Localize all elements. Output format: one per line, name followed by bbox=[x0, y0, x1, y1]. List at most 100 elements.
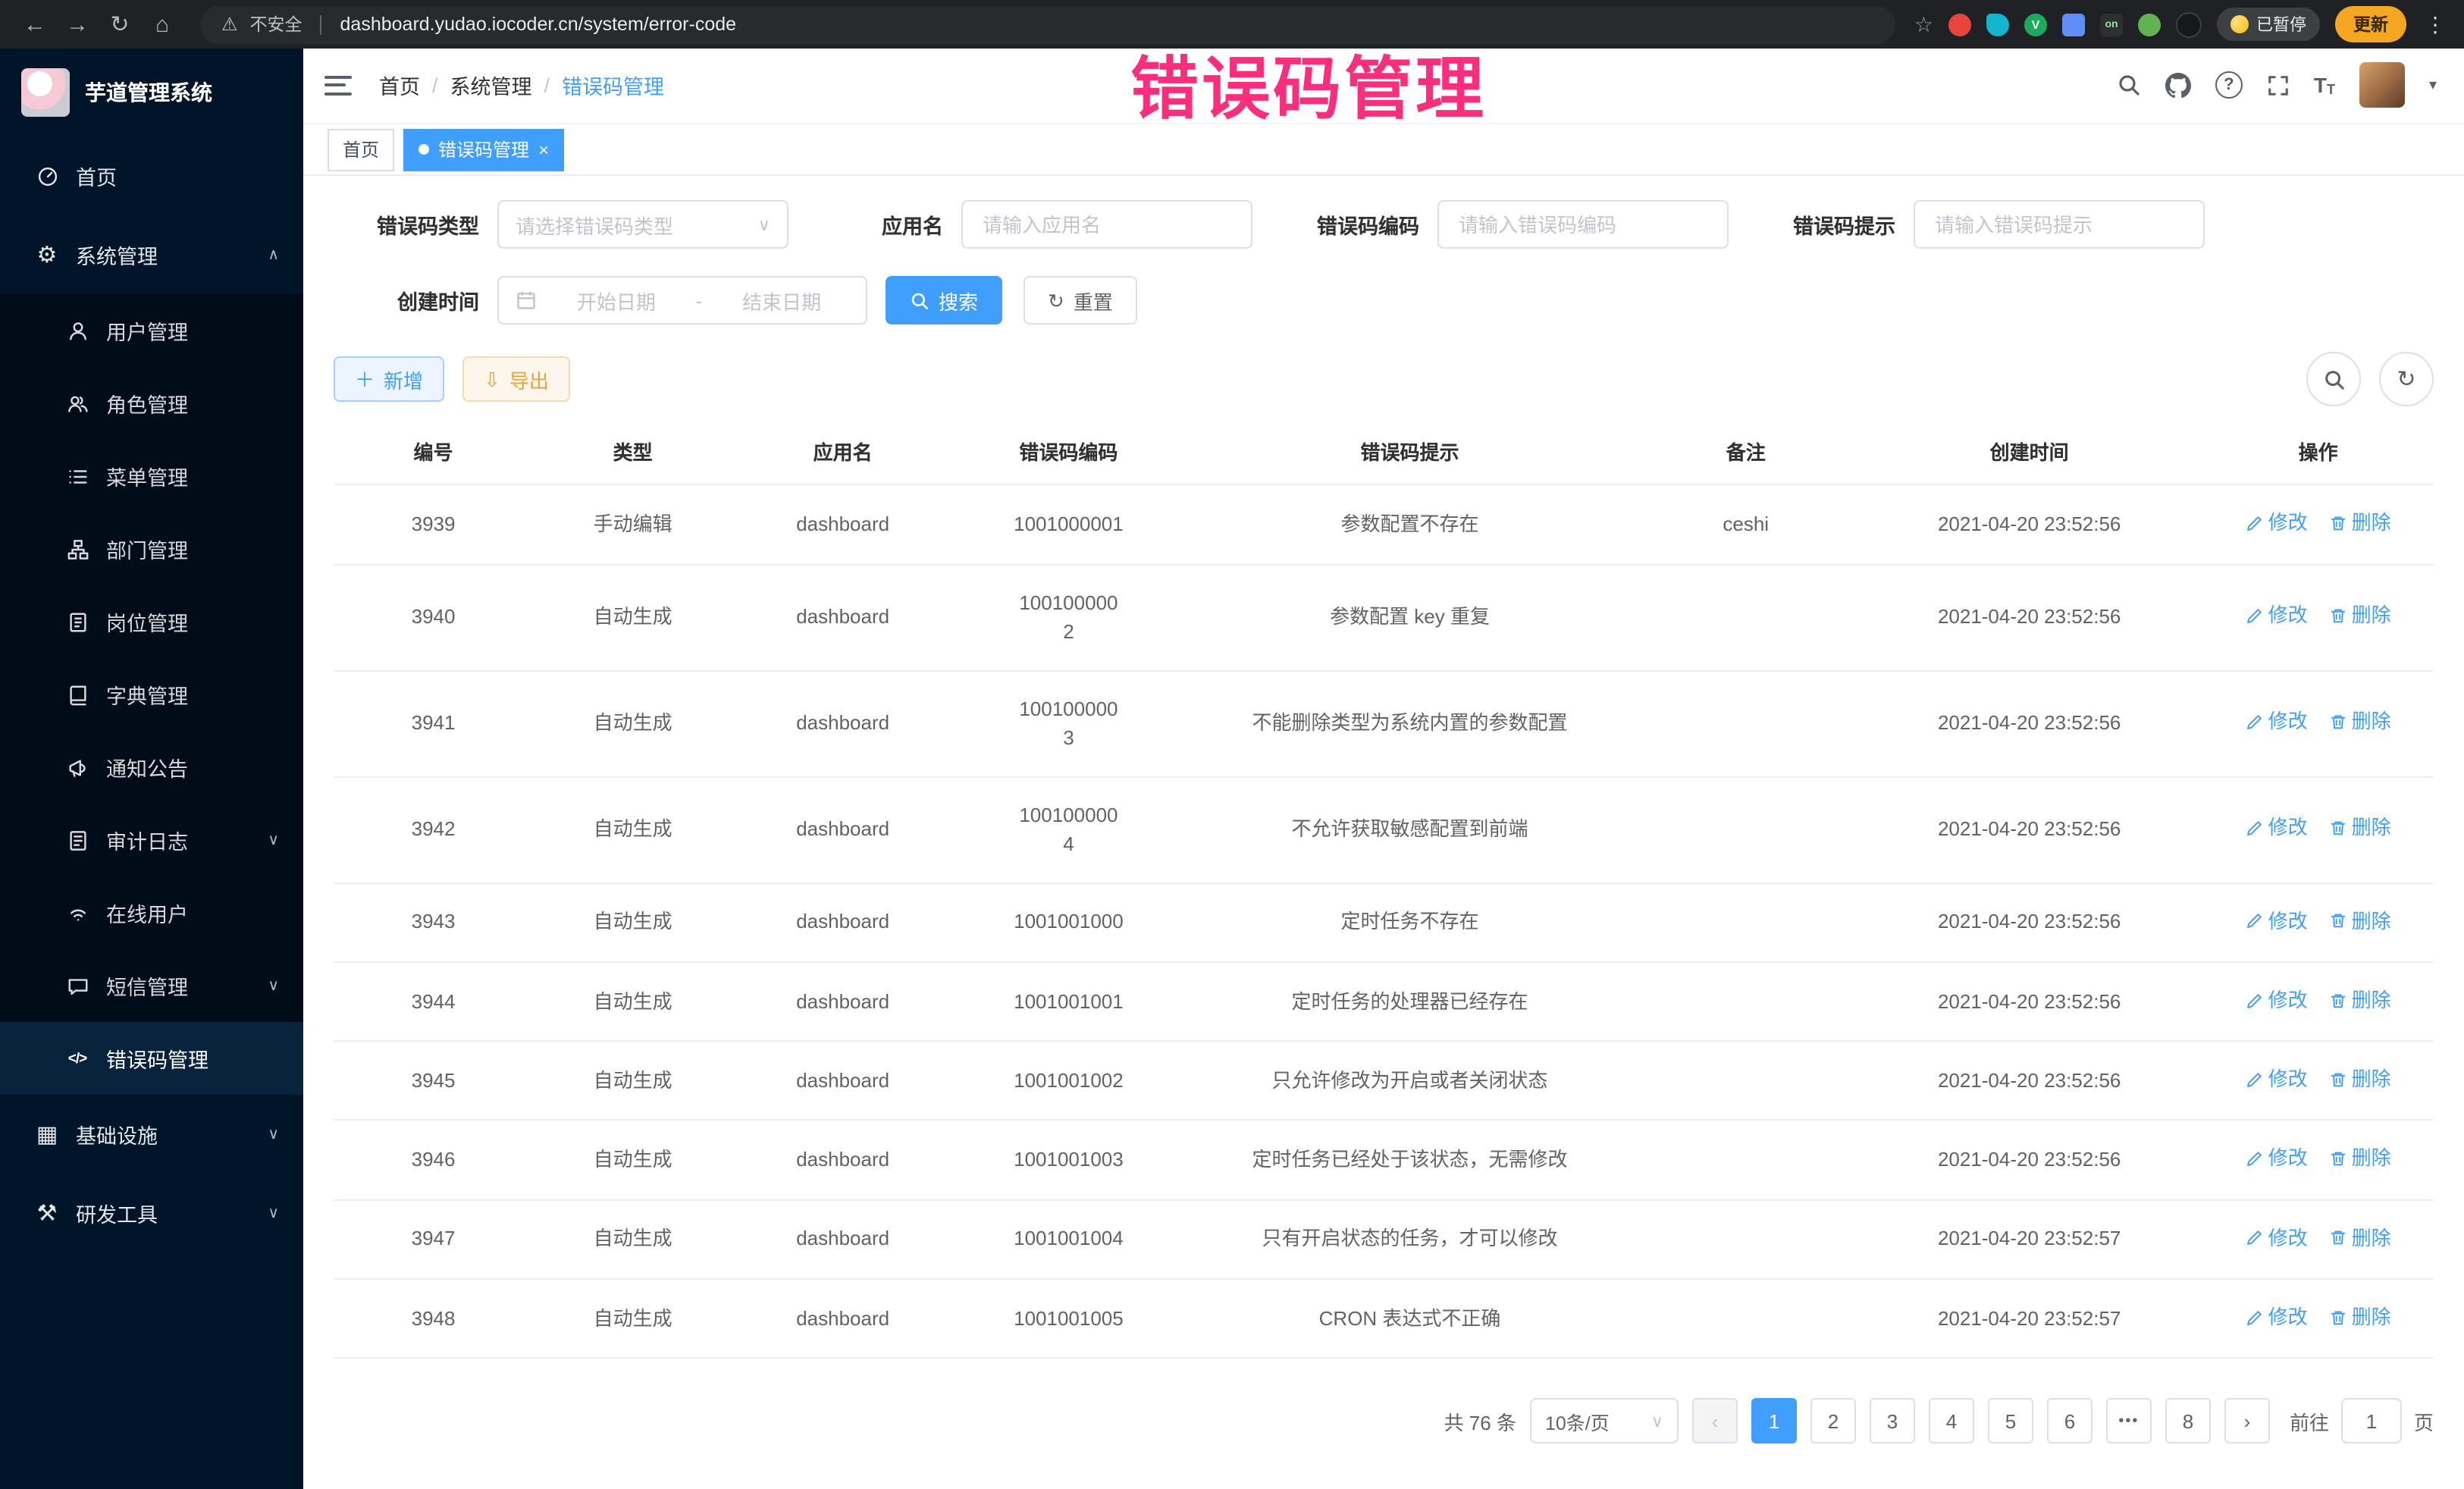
page-button-1[interactable]: 1 bbox=[1751, 1398, 1797, 1444]
sidebar-item-notice[interactable]: 通知公告 bbox=[0, 731, 303, 804]
chevron-up-icon: ∧ bbox=[268, 246, 279, 263]
sidebar-item-roles[interactable]: 角色管理 bbox=[0, 367, 303, 440]
sidebar-item-menus[interactable]: 菜单管理 bbox=[0, 440, 303, 513]
delete-link[interactable]: 删除 bbox=[2329, 1223, 2391, 1252]
page-button-3[interactable]: 3 bbox=[1870, 1398, 1915, 1444]
caret-down-icon[interactable]: ▾ bbox=[2429, 77, 2437, 94]
reload-icon[interactable]: ↻ bbox=[100, 5, 140, 44]
sidebar-item-departments[interactable]: 部门管理 bbox=[0, 513, 303, 585]
sidebar-item-posts[interactable]: 岗位管理 bbox=[0, 585, 303, 658]
page-button-8[interactable]: 8 bbox=[2165, 1398, 2211, 1444]
sidebar-item-audit-log[interactable]: 审计日志 ∨ bbox=[0, 804, 303, 876]
search-icon[interactable] bbox=[2117, 74, 2141, 98]
home-icon[interactable]: ⌂ bbox=[143, 5, 182, 44]
table-row: 3946 自动生成 dashboard 1001001003 定时任务已经处于该… bbox=[334, 1121, 2434, 1200]
tab-home[interactable]: 首页 bbox=[328, 128, 394, 171]
edit-link[interactable]: 修改 bbox=[2246, 1144, 2308, 1174]
next-page-button[interactable]: › bbox=[2224, 1398, 2270, 1444]
tools-icon: ⚒ bbox=[33, 1202, 61, 1224]
table-header-row: 编号 类型 应用名 错误码编码 错误码提示 备注 创建时间 操作 bbox=[334, 419, 2434, 485]
delete-link[interactable]: 删除 bbox=[2329, 906, 2391, 936]
delete-link[interactable]: 删除 bbox=[2329, 707, 2391, 737]
extension-blue-grid-icon[interactable] bbox=[2062, 13, 2085, 36]
more-pages-button[interactable]: ••• bbox=[2106, 1398, 2152, 1444]
browser-menu-icon[interactable]: ⋮ bbox=[2422, 11, 2449, 37]
error-type-select[interactable]: 请选择错误码类型 ∨ bbox=[497, 201, 788, 249]
reset-button[interactable]: ↻ 重置 bbox=[1024, 277, 1137, 325]
page-size-select[interactable]: 10条/页 ∨ bbox=[1530, 1398, 1679, 1444]
extension-black-pin-icon[interactable] bbox=[2176, 11, 2202, 37]
export-button[interactable]: ⇩ 导出 bbox=[462, 357, 570, 403]
back-icon[interactable]: ← bbox=[15, 5, 55, 44]
avatar[interactable] bbox=[2359, 63, 2405, 108]
error-code-input[interactable] bbox=[1456, 212, 1710, 238]
edit-link[interactable]: 修改 bbox=[2246, 813, 2308, 843]
font-size-icon[interactable] bbox=[2314, 74, 2335, 98]
warning-icon: ⚠ bbox=[221, 14, 238, 35]
prev-page-button[interactable]: ‹ bbox=[1692, 1398, 1738, 1444]
page-button-5[interactable]: 5 bbox=[1988, 1398, 2033, 1444]
sidebar-item-infrastructure[interactable]: ▦ 基础设施 ∨ bbox=[0, 1095, 303, 1174]
filter-label-type: 错误码类型 bbox=[334, 210, 497, 240]
sidebar-item-home[interactable]: 首页 bbox=[0, 136, 303, 215]
bookmark-star-icon[interactable]: ☆ bbox=[1914, 11, 1933, 37]
error-hint-input[interactable] bbox=[1932, 212, 2187, 238]
github-icon[interactable] bbox=[2165, 73, 2191, 99]
address-bar[interactable]: ⚠ 不安全 dashboard.yudao.iocoder.cn/system/… bbox=[200, 5, 1896, 43]
breadcrumb-system[interactable]: 系统管理 bbox=[450, 71, 532, 101]
sidebar-item-system[interactable]: ⚙ 系统管理 ∧ bbox=[0, 215, 303, 294]
edit-link[interactable]: 修改 bbox=[2246, 601, 2308, 631]
tab-error-code[interactable]: 错误码管理 × bbox=[403, 128, 564, 171]
paused-badge[interactable]: 已暂停 bbox=[2217, 8, 2320, 41]
trash-icon bbox=[2329, 1071, 2347, 1089]
forward-icon[interactable]: → bbox=[58, 5, 97, 44]
sidebar-item-sms[interactable]: 短信管理 ∨ bbox=[0, 949, 303, 1022]
edit-link[interactable]: 修改 bbox=[2246, 707, 2308, 737]
edit-link[interactable]: 修改 bbox=[2246, 1223, 2308, 1252]
edit-icon bbox=[2246, 1071, 2264, 1089]
sidebar-item-error-code[interactable]: 错误码管理 bbox=[0, 1022, 303, 1095]
search-button[interactable]: 搜索 bbox=[886, 277, 1002, 325]
sidebar-item-dictionary[interactable]: 字典管理 bbox=[0, 658, 303, 731]
sidebar-item-users[interactable]: 用户管理 bbox=[0, 294, 303, 367]
delete-link[interactable]: 删除 bbox=[2329, 1302, 2391, 1332]
close-icon[interactable]: × bbox=[538, 140, 549, 158]
breadcrumb-home[interactable]: 首页 bbox=[379, 71, 420, 101]
edit-link[interactable]: 修改 bbox=[2246, 509, 2308, 538]
goto-page-input[interactable] bbox=[2341, 1398, 2402, 1444]
chevron-down-icon: ∨ bbox=[1651, 1411, 1663, 1431]
date-range-picker[interactable]: 开始日期 - 结束日期 bbox=[497, 277, 867, 325]
edit-link[interactable]: 修改 bbox=[2246, 986, 2308, 1015]
page-button-2[interactable]: 2 bbox=[1810, 1398, 1856, 1444]
edit-icon bbox=[2246, 819, 2264, 837]
delete-link[interactable]: 删除 bbox=[2329, 1064, 2391, 1094]
app-name-input[interactable] bbox=[980, 212, 1234, 238]
update-button[interactable]: 更新 bbox=[2335, 6, 2406, 42]
page-button-4[interactable]: 4 bbox=[1929, 1398, 1974, 1444]
search-icon bbox=[2322, 368, 2345, 391]
edit-link[interactable]: 修改 bbox=[2246, 1302, 2308, 1332]
delete-link[interactable]: 删除 bbox=[2329, 986, 2391, 1015]
page-button-6[interactable]: 6 bbox=[2047, 1398, 2093, 1444]
breadcrumb-current[interactable]: 错误码管理 bbox=[562, 71, 664, 101]
extension-red-circle-icon[interactable] bbox=[1948, 13, 1971, 36]
menu-toggle-icon[interactable] bbox=[324, 76, 352, 96]
extension-green-check-icon[interactable]: V bbox=[2024, 13, 2047, 36]
delete-link[interactable]: 删除 bbox=[2329, 509, 2391, 538]
extension-on-badge-icon[interactable]: on bbox=[2100, 13, 2123, 36]
help-icon[interactable] bbox=[2215, 72, 2243, 99]
refresh-table-button[interactable]: ↻ bbox=[2379, 353, 2434, 407]
sidebar-item-online-users[interactable]: 在线用户 bbox=[0, 876, 303, 949]
add-button[interactable]: ＋ 新增 bbox=[334, 357, 444, 403]
delete-link[interactable]: 删除 bbox=[2329, 601, 2391, 631]
delete-link[interactable]: 删除 bbox=[2329, 1144, 2391, 1174]
toggle-search-button[interactable] bbox=[2306, 353, 2361, 407]
delete-link[interactable]: 删除 bbox=[2329, 813, 2391, 843]
table-toolbar: ＋ 新增 ⇩ 导出 ↻ bbox=[334, 353, 2434, 407]
extension-green-leaf-icon[interactable] bbox=[2138, 13, 2161, 36]
fullscreen-icon[interactable] bbox=[2267, 74, 2290, 97]
edit-link[interactable]: 修改 bbox=[2246, 906, 2308, 936]
sidebar-item-dev-tools[interactable]: ⚒ 研发工具 ∨ bbox=[0, 1174, 303, 1252]
extension-teal-drop-icon[interactable] bbox=[1986, 13, 2009, 36]
edit-link[interactable]: 修改 bbox=[2246, 1064, 2308, 1094]
